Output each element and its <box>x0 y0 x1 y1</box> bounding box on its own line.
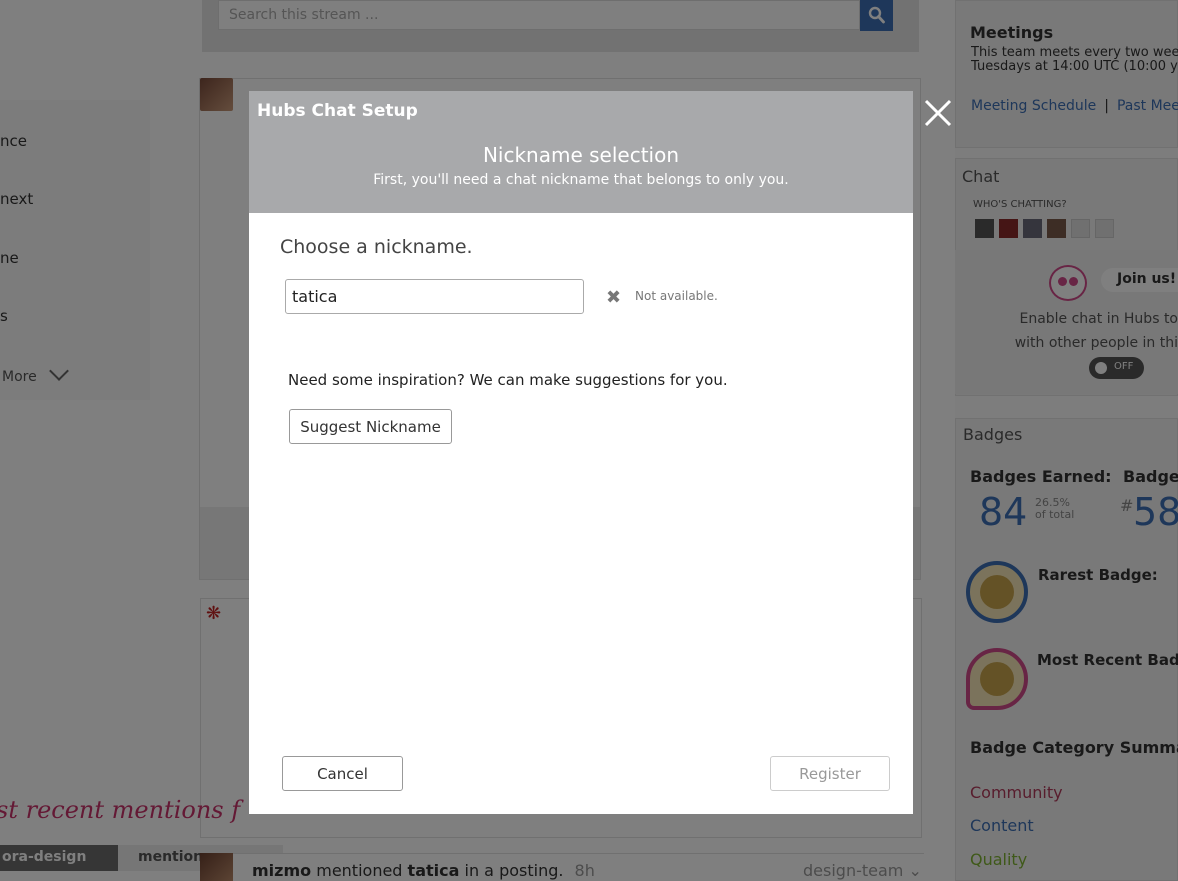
modal-subtitle: First, you'll need a chat nickname that … <box>373 172 789 188</box>
inspiration-text: Need some inspiration? We can make sugge… <box>288 371 728 389</box>
choose-nickname-label: Choose a nickname. <box>280 236 473 258</box>
modal-app-title: Hubs Chat Setup <box>257 101 418 121</box>
suggest-nickname-button[interactable]: Suggest Nickname <box>289 409 452 444</box>
availability-status: Not available. <box>635 289 718 303</box>
modal-title: Nickname selection <box>482 143 680 167</box>
nickname-input[interactable] <box>285 279 584 314</box>
chat-setup-modal: Hubs Chat Setup Nickname selection First… <box>249 91 913 814</box>
close-icon[interactable] <box>920 95 956 131</box>
x-icon: ✖ <box>606 287 622 308</box>
register-button[interactable]: Register <box>770 756 890 791</box>
cancel-button[interactable]: Cancel <box>282 756 403 791</box>
modal-header: Hubs Chat Setup Nickname selection First… <box>249 91 913 213</box>
